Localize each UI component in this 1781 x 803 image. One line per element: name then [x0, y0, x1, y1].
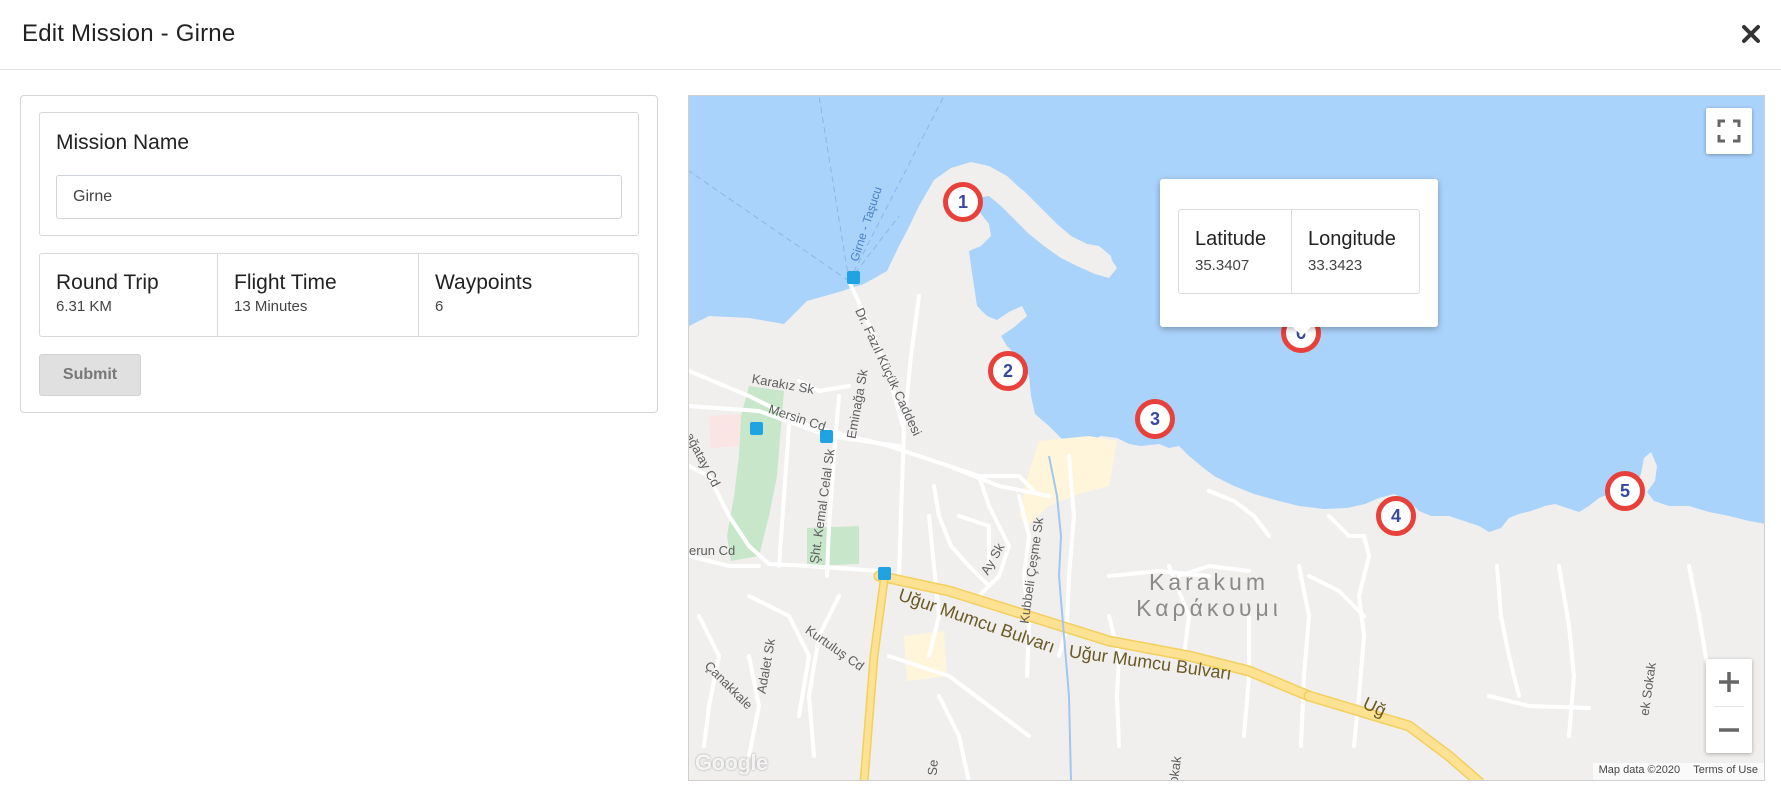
zoom-control	[1706, 659, 1752, 753]
plus-icon	[1719, 672, 1739, 692]
mission-stats: Round Trip 6.31 KM Flight Time 13 Minute…	[39, 253, 639, 337]
street-label-se: Se	[924, 759, 941, 777]
place-label: Karakum Καράκουμι	[1129, 569, 1289, 621]
longitude-label: Longitude	[1308, 228, 1396, 250]
waypoints-label: Waypoints	[435, 271, 533, 294]
place-name-greek: Καράκουμι	[1136, 595, 1282, 621]
mission-form-panel: Mission Name Round Trip 6.31 KM Flight T…	[20, 95, 658, 413]
waypoint-marker-4[interactable]: 4	[1376, 496, 1416, 536]
stat-waypoints: Waypoints 6	[419, 254, 638, 336]
latitude-value: 35.3407	[1195, 257, 1250, 274]
mission-name-label: Mission Name	[56, 131, 190, 154]
zoom-out-button[interactable]	[1706, 707, 1752, 753]
waypoint-coordinates: Latitude 35.3407 Longitude 33.3423	[1178, 209, 1420, 294]
map-attribution: Map data ©2020 Terms of Use	[1592, 763, 1764, 780]
fullscreen-button[interactable]	[1706, 108, 1752, 154]
google-logo: Google	[695, 750, 768, 775]
zoom-in-button[interactable]	[1706, 659, 1752, 705]
map-data-label: Map data ©2020	[1598, 764, 1681, 776]
round-trip-value: 6.31 KM	[56, 298, 112, 315]
latitude-label: Latitude	[1195, 228, 1267, 250]
longitude-cell: Longitude 33.3423	[1292, 210, 1412, 293]
round-trip-label: Round Trip	[56, 271, 159, 294]
minus-icon	[1719, 728, 1739, 732]
close-icon[interactable]	[1739, 22, 1763, 46]
waypoint-info-window: Latitude 35.3407 Longitude 33.3423	[1160, 179, 1438, 336]
fullscreen-icon	[1717, 119, 1741, 143]
street-label-erun: erun Cd	[689, 543, 736, 558]
longitude-value: 33.3423	[1308, 257, 1363, 274]
waypoint-marker-2[interactable]: 2	[988, 351, 1028, 391]
latitude-cell: Latitude 35.3407	[1179, 210, 1292, 293]
info-window-pointer	[1293, 327, 1311, 336]
mission-name-input[interactable]	[56, 175, 622, 219]
waypoints-value: 6	[435, 298, 444, 315]
modal-header: Edit Mission - Girne	[0, 0, 1781, 70]
flight-time-value: 13 Minutes	[234, 298, 308, 315]
waypoint-marker-1[interactable]: 1	[943, 182, 983, 222]
map-view[interactable]: Girne - Taşucu Dr. Fazıl Küçük Caddesi K…	[688, 95, 1765, 781]
stat-round-trip: Round Trip 6.31 KM	[40, 254, 218, 336]
waypoint-marker-3[interactable]: 3	[1135, 399, 1175, 439]
modal-title: Edit Mission - Girne	[22, 20, 236, 47]
place-name-latin: Karakum	[1148, 569, 1270, 595]
street-label-sokak-2: okak	[1165, 755, 1185, 781]
stat-flight-time: Flight Time 13 Minutes	[218, 254, 419, 336]
waypoint-marker-5[interactable]: 5	[1605, 471, 1645, 511]
pink-area	[709, 414, 741, 448]
mission-name-card: Mission Name	[39, 112, 639, 236]
submit-button[interactable]: Submit	[39, 354, 141, 396]
flight-time-label: Flight Time	[234, 271, 337, 294]
terms-of-use-link[interactable]: Terms of Use	[1693, 764, 1758, 776]
